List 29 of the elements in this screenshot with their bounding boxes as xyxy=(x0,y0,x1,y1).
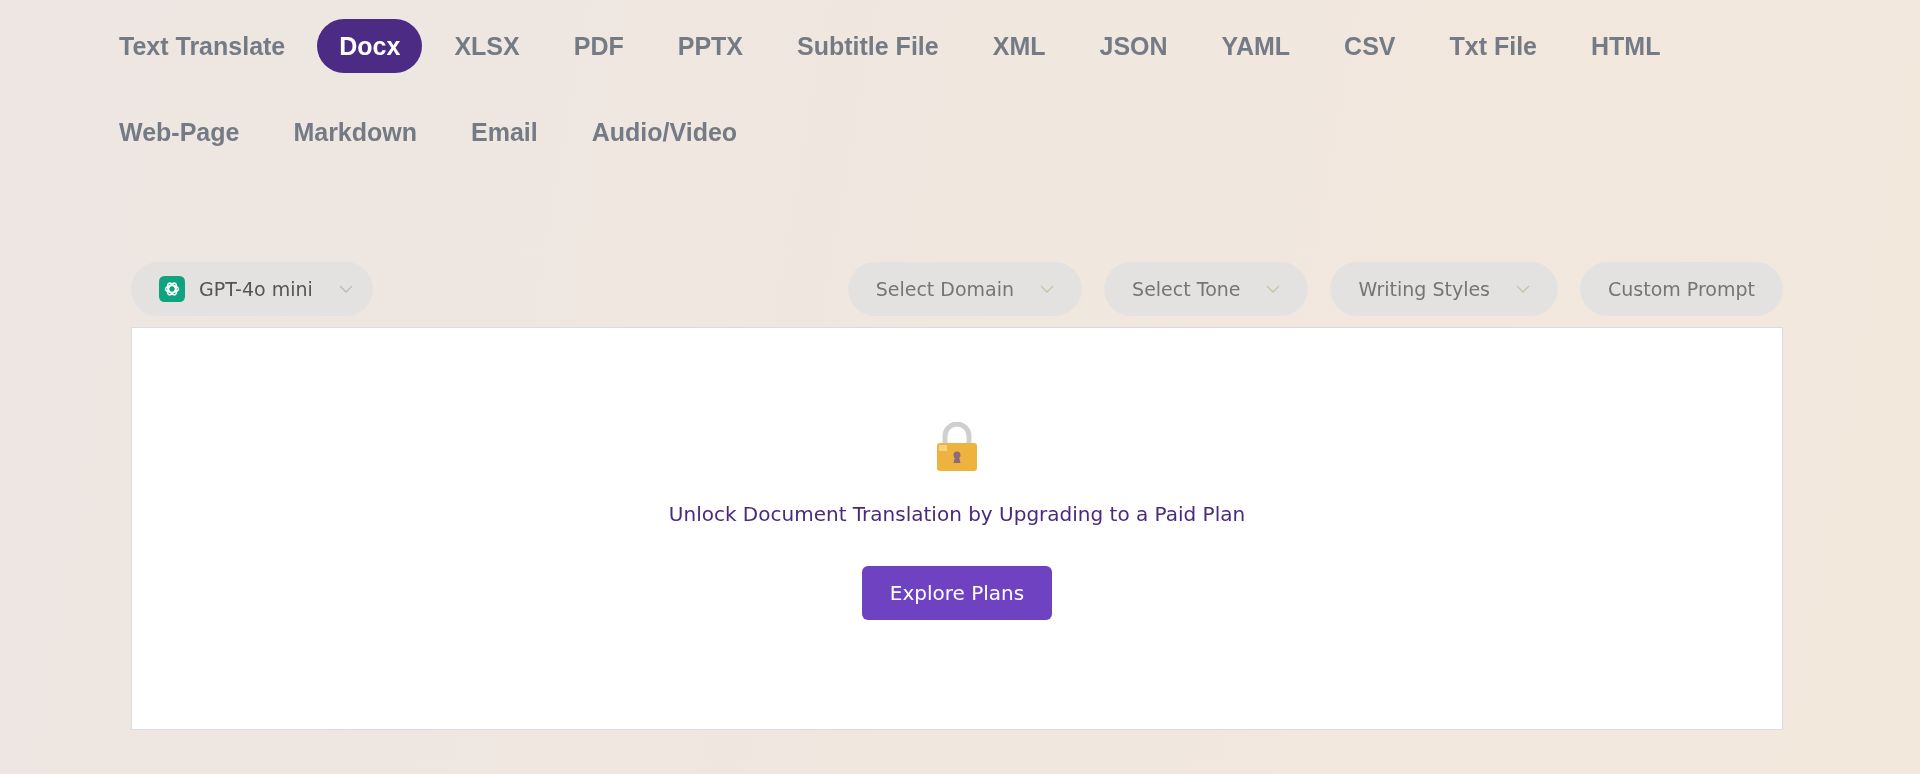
format-tab[interactable]: Email xyxy=(449,105,560,159)
chevron-down-icon xyxy=(1516,285,1530,293)
format-tab[interactable]: Markdown xyxy=(271,105,440,159)
format-tab[interactable]: Web-Page xyxy=(97,105,262,159)
option-dropdown[interactable]: Select Tone xyxy=(1104,262,1309,316)
format-tab[interactable]: Txt File xyxy=(1427,19,1560,73)
format-tab[interactable]: JSON xyxy=(1077,19,1190,73)
option-dropdown[interactable]: Select Domain xyxy=(847,262,1083,316)
padlock-icon xyxy=(935,422,979,472)
format-tab[interactable]: Subtitle File xyxy=(775,19,961,73)
model-dropdown[interactable]: GPT-4o mini xyxy=(131,262,373,316)
format-tab[interactable]: XML xyxy=(970,19,1068,73)
format-tab[interactable]: HTML xyxy=(1569,19,1683,73)
format-tab[interactable]: CSV xyxy=(1322,19,1418,73)
format-tab[interactable]: XLSX xyxy=(432,19,542,73)
format-tab[interactable]: Docx xyxy=(317,19,423,73)
format-tab[interactable]: Text Translate xyxy=(97,19,308,73)
model-logo-icon xyxy=(159,276,185,302)
option-dropdown[interactable]: Writing Styles xyxy=(1330,262,1558,316)
format-tab[interactable]: YAML xyxy=(1199,19,1313,73)
chevron-down-icon xyxy=(338,285,353,293)
chevron-down-icon xyxy=(1040,285,1055,293)
format-tab[interactable]: PDF xyxy=(551,19,646,73)
explore-plans-button[interactable]: Explore Plans xyxy=(862,566,1052,620)
format-tab[interactable]: PPTX xyxy=(655,19,765,73)
chevron-down-icon xyxy=(1266,285,1281,293)
upgrade-message: Unlock Document Translation by Upgrading to a Paid Plan xyxy=(668,502,1246,526)
custom-prompt-button[interactable]: Custom Prompt xyxy=(1580,262,1783,316)
format-tab[interactable]: Audio/Video xyxy=(569,105,760,159)
